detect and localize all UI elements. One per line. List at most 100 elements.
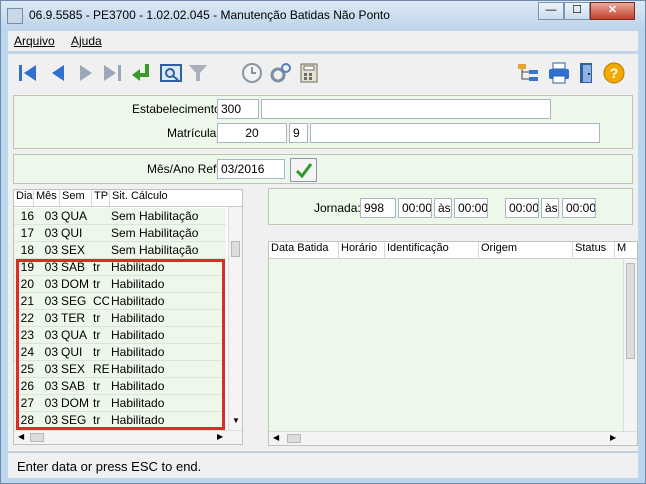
cell-tp: tr bbox=[93, 413, 101, 427]
table-row[interactable]: 19 03 SAB tr Habilitado bbox=[14, 259, 226, 276]
days-grid-vertical-scrollbar[interactable]: ▼ bbox=[228, 207, 242, 430]
cell-sem: SAB bbox=[61, 260, 86, 274]
jornada-code-field[interactable]: 998 bbox=[360, 198, 396, 218]
table-row[interactable]: 21 03 SEG CC Habilitado bbox=[14, 293, 226, 310]
filter-icon[interactable] bbox=[186, 61, 210, 85]
estabelecimento-field[interactable]: 300 bbox=[217, 99, 259, 119]
column-header-tp[interactable]: TP bbox=[92, 190, 110, 206]
jornada-panel: Jornada: 998 00:00 às 00:00 00:00 às 00:… bbox=[268, 188, 633, 225]
periodo-label: Mês/Ano Ref: bbox=[147, 162, 220, 176]
cell-sit: Habilitado bbox=[111, 277, 165, 291]
table-row[interactable]: 23 03 QUA tr Habilitado bbox=[14, 327, 226, 344]
cell-mes: 03 bbox=[44, 260, 58, 274]
matricula-field[interactable]: 20 bbox=[217, 123, 287, 143]
minimize-button[interactable]: — bbox=[538, 2, 564, 20]
cell-tp: tr bbox=[93, 396, 101, 410]
periodo-field[interactable]: 03/2016 bbox=[217, 159, 285, 179]
preview-icon[interactable] bbox=[159, 61, 183, 85]
column-header-sem[interactable]: Sem bbox=[60, 190, 92, 206]
cell-mes: 03 bbox=[44, 379, 58, 393]
previous-icon[interactable] bbox=[46, 61, 70, 85]
matricula-digit-field[interactable]: 9 bbox=[289, 123, 308, 143]
batidas-grid-horizontal-scrollbar[interactable]: ◀ ▶ bbox=[269, 431, 637, 445]
table-row[interactable]: 22 03 TER tr Habilitado bbox=[14, 310, 226, 327]
tree-icon[interactable] bbox=[516, 61, 540, 85]
last-icon[interactable] bbox=[100, 61, 124, 85]
maximize-button[interactable]: ☐ bbox=[564, 2, 590, 20]
cell-mes: 03 bbox=[44, 226, 58, 240]
cell-mes: 03 bbox=[44, 362, 58, 376]
table-row[interactable]: 27 03 DOM tr Habilitado bbox=[14, 395, 226, 412]
exit-door-icon[interactable] bbox=[574, 61, 598, 85]
cell-dia: 19 bbox=[20, 260, 34, 274]
cell-tp: tr bbox=[93, 328, 101, 342]
column-header-mes[interactable]: Mês bbox=[34, 190, 60, 206]
table-row[interactable]: 24 03 QUI tr Habilitado bbox=[14, 344, 226, 361]
table-row[interactable]: 28 03 SEG tr Habilitado bbox=[14, 412, 226, 429]
column-header-status[interactable]: Status bbox=[573, 242, 615, 258]
batidas-grid[interactable]: Data Batida Horário Identificação Origem… bbox=[268, 241, 638, 446]
cell-sit: Sem Habilitação bbox=[111, 243, 199, 257]
cell-sem: SEX bbox=[61, 243, 86, 257]
employee-name-field[interactable] bbox=[310, 123, 600, 143]
menu-ajuda[interactable]: Ajuda bbox=[71, 34, 102, 48]
table-row[interactable]: 16 03 QUA Sem Habilitação bbox=[14, 208, 226, 225]
cell-tp: tr bbox=[93, 260, 101, 274]
calculator-icon[interactable] bbox=[297, 61, 321, 85]
next-icon[interactable] bbox=[74, 61, 98, 85]
status-message: Enter data or press ESC to end. bbox=[17, 459, 202, 474]
batidas-grid-scroll-thumb[interactable] bbox=[626, 263, 635, 359]
column-header-dia[interactable]: Dia bbox=[14, 190, 34, 206]
scroll-right-arrow-icon[interactable]: ▶ bbox=[217, 432, 223, 441]
scroll-left-arrow-icon[interactable]: ◀ bbox=[18, 432, 24, 441]
cell-sem: SEG bbox=[61, 413, 87, 427]
batidas-grid-vertical-scrollbar[interactable] bbox=[623, 259, 637, 431]
column-header-origem[interactable]: Origem bbox=[479, 242, 573, 258]
batidas-grid-hscroll-thumb[interactable] bbox=[287, 434, 301, 443]
jornada-start1-field[interactable]: 00:00 bbox=[398, 198, 432, 218]
days-grid-horizontal-scrollbar[interactable]: ◀ ▶ bbox=[14, 430, 242, 444]
confirm-return-icon[interactable] bbox=[129, 61, 153, 85]
cell-sit: Habilitado bbox=[111, 311, 165, 325]
toolbar: ? bbox=[8, 53, 638, 91]
batidas-scroll-right-arrow-icon[interactable]: ▶ bbox=[610, 433, 616, 442]
jornada-end1-field[interactable]: 00:00 bbox=[454, 198, 488, 218]
cell-tp: RE bbox=[93, 362, 109, 376]
printer-icon[interactable] bbox=[547, 61, 571, 85]
first-icon[interactable] bbox=[16, 61, 40, 85]
menu-arquivo[interactable]: Arquivo bbox=[14, 34, 55, 48]
help-icon[interactable]: ? bbox=[602, 61, 626, 85]
cell-dia: 25 bbox=[20, 362, 34, 376]
cell-mes: 03 bbox=[44, 209, 58, 223]
cell-sem: SEX bbox=[61, 362, 86, 376]
estabelecimento-description-field[interactable] bbox=[261, 99, 551, 119]
table-row[interactable]: 18 03 SEX Sem Habilitação bbox=[14, 242, 226, 259]
confirm-periodo-button[interactable] bbox=[290, 158, 317, 182]
cell-sit: Habilitado bbox=[111, 345, 165, 359]
title-bar[interactable]: 06.9.5585 - PE3700 - 1.02.02.045 - Manut… bbox=[1, 1, 645, 31]
column-header-identificacao[interactable]: Identificação bbox=[385, 242, 479, 258]
table-row[interactable]: 25 03 SEX RE Habilitado bbox=[14, 361, 226, 378]
days-grid-hscroll-thumb[interactable] bbox=[30, 433, 44, 442]
cell-mes: 03 bbox=[44, 345, 58, 359]
cell-tp: tr bbox=[93, 379, 101, 393]
close-button[interactable]: ✕ bbox=[590, 2, 635, 20]
column-header-horario[interactable]: Horário bbox=[339, 242, 385, 258]
days-grid[interactable]: Dia Mês Sem TP Sit. Cálculo 16 03 QUA Sem H… bbox=[13, 189, 243, 445]
gears-icon[interactable] bbox=[269, 61, 293, 85]
table-row[interactable]: 17 03 QUI Sem Habilitação bbox=[14, 225, 226, 242]
column-header-data-batida[interactable]: Data Batida bbox=[269, 242, 339, 258]
table-row[interactable]: 20 03 DOM tr Habilitado bbox=[14, 276, 226, 293]
cell-sit: Habilitado bbox=[111, 396, 165, 410]
days-grid-scroll-thumb[interactable] bbox=[231, 241, 240, 257]
scroll-down-arrow-icon[interactable]: ▼ bbox=[232, 416, 240, 425]
cell-mes: 03 bbox=[44, 294, 58, 308]
table-row[interactable]: 26 03 SAB tr Habilitado bbox=[14, 378, 226, 395]
clock-icon[interactable] bbox=[240, 61, 264, 85]
cell-sem: SAB bbox=[61, 379, 86, 393]
column-header-m[interactable]: M bbox=[615, 242, 629, 258]
batidas-scroll-left-arrow-icon[interactable]: ◀ bbox=[273, 433, 279, 442]
jornada-start2-field[interactable]: 00:00 bbox=[505, 198, 539, 218]
column-header-sit-calculo[interactable]: Sit. Cálculo bbox=[110, 190, 228, 206]
jornada-end2-field[interactable]: 00:00 bbox=[562, 198, 596, 218]
